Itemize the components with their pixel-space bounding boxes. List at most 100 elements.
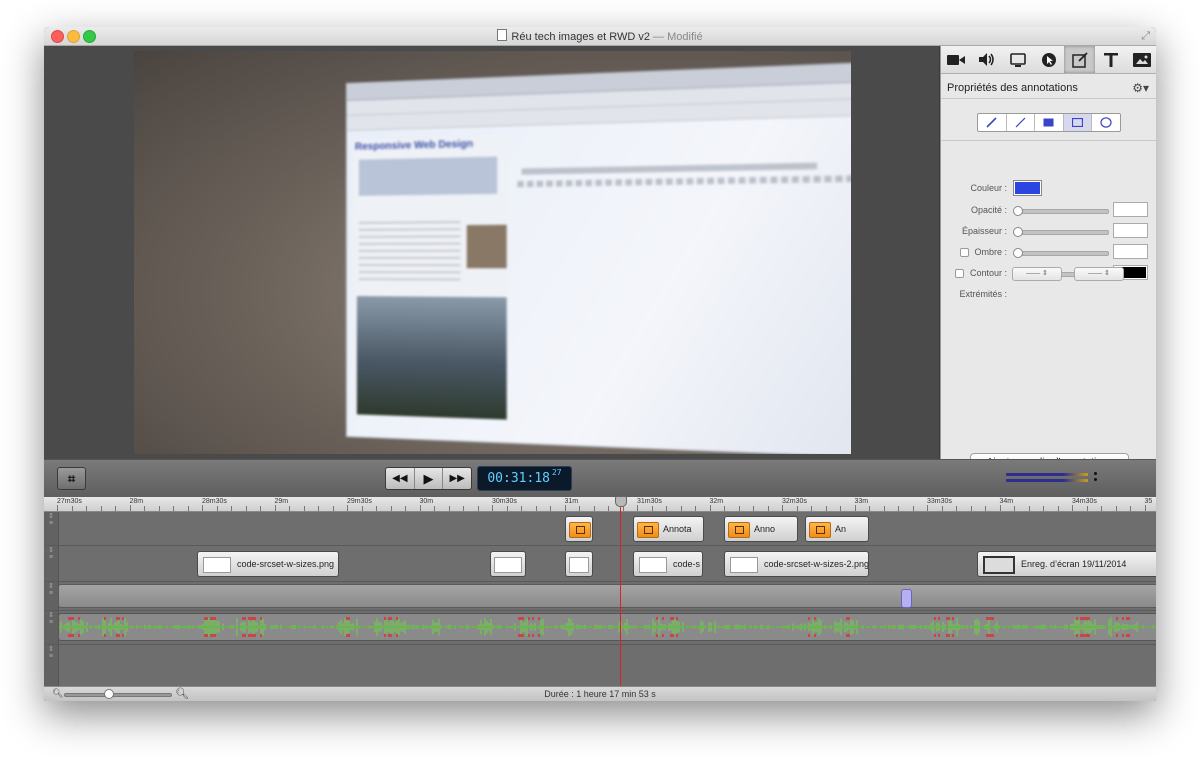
track-handle[interactable]: ⇕ ≡ [44,582,59,610]
opacity-field[interactable] [1113,202,1148,217]
shadow-slider-knob[interactable] [1013,248,1023,258]
line-tool[interactable] [1007,114,1036,131]
rewind-button[interactable]: ◀◀ [386,468,415,489]
ruler-label: 30m30s [492,498,517,505]
line-icon [1015,117,1026,128]
annotation-clip[interactable]: An [805,516,869,542]
thickness-slider[interactable] [1015,230,1109,235]
ruler-tick [593,506,595,511]
clip-marker[interactable] [901,589,912,608]
image-clip[interactable] [565,551,593,577]
ruler-tick [260,506,261,511]
ruler-tick [506,506,508,511]
play-button[interactable]: ▶ [415,468,444,489]
track-handle[interactable]: ⇕ ≡ [44,645,59,686]
ruler-tick [115,506,116,511]
ruler-label: 34m30s [1072,498,1097,505]
annotation-clip[interactable]: Annota [633,516,704,542]
ruler-tick [1072,505,1073,511]
ruler-tick [550,506,551,511]
annotations-tab[interactable] [1064,46,1096,73]
rect-tool[interactable] [1063,114,1093,131]
annotation-clip[interactable]: Anno [724,516,798,542]
app-window: Réu tech images et RWD v2 — Modifié ⤢ Re… [44,27,1156,701]
playback-controls: ◀◀ ▶ ▶▶ [385,467,472,490]
thickness-label: Épaisseur : [961,226,1007,236]
cursor-tab[interactable] [1034,46,1065,73]
ruler-tick [927,505,928,511]
ruler-tick [390,506,392,511]
ruler-label: 28m30s [202,498,227,505]
opacity-slider[interactable] [1015,209,1109,214]
recording-thumbnail [983,555,1015,574]
ruler-tick [1144,505,1146,511]
ruler-tick [492,505,493,511]
audio-waveform[interactable] [58,613,1156,641]
image-clip[interactable]: code-srcset-w-sizes-2.png [724,551,869,577]
ruler-label: 31m [564,498,579,505]
ruler-label: 29m [274,498,289,505]
ruler-label: 33m [854,498,869,505]
preview-canvas[interactable]: Responsive Web Design [44,46,939,459]
ruler-tick [709,505,711,511]
duration-label: Durée : 1 heure 17 min 53 s [544,689,656,699]
image-clip[interactable]: code-srcset-w-sizes.png [197,551,339,577]
thickness-slider-knob[interactable] [1013,227,1023,237]
window-title: Réu tech images et RWD v2 — Modifié [44,29,1156,43]
ruler-tick [318,506,319,511]
thickness-field[interactable] [1113,223,1148,238]
text-tab[interactable] [1095,46,1126,73]
ruler-tick [825,506,827,511]
timeline-ruler[interactable]: 27m30s 28m 28m30s 29m 29m30s 30m 30m30s 31m 31m3… [44,497,1156,512]
video-clip[interactable] [58,584,1156,608]
track-handle[interactable]: ⇕ ≡ [44,611,59,644]
opacity-slider-knob[interactable] [1013,206,1023,216]
video-tab[interactable] [941,46,972,73]
audio-tab[interactable] [972,46,1003,73]
crop-button[interactable]: ⌗ [57,467,86,490]
image-clip[interactable]: code-s [633,551,703,577]
timecode-display[interactable]: 00:31:18 27 [477,466,572,491]
end-end-popup[interactable]: —— ⇕ [1074,267,1124,281]
gear-menu-icon[interactable]: ⚙▾ [1132,81,1149,95]
ruler-tick [434,506,435,511]
filled-rect-tool[interactable] [1035,114,1064,131]
start-end-popup[interactable]: —— ⇕ [1012,267,1062,281]
ruler-tick [564,505,566,511]
ruler-tick [695,506,696,511]
screen-recording-clip[interactable]: Enreg. d’écran 19/11/2014 [977,551,1156,577]
fast-forward-icon: ▶▶ [449,473,465,484]
playhead-handle[interactable] [615,496,627,507]
ellipse-tool[interactable] [1092,114,1120,131]
shadow-slider[interactable] [1015,251,1109,256]
ruler-tick [361,506,363,511]
ruler-tick [985,506,986,511]
ends-label: Extrémités : [959,289,1007,299]
transport-bar: ⌗ ◀◀ ▶ ▶▶ 00:31:18 27 [44,459,1156,498]
shadow-field[interactable] [1113,244,1148,259]
freehand-tool[interactable] [978,114,1007,131]
empty-track: ⇕ ≡ [44,645,1156,687]
playhead-line[interactable] [620,496,621,701]
rectangle-icon [1072,118,1084,127]
ruler-tick [941,506,943,511]
track-handle[interactable]: ⇕ ≡ [44,512,59,545]
projected-slide: Responsive Web Design [346,60,851,454]
timecode-value: 00:31:18 [487,471,550,486]
media-tab[interactable] [1126,46,1156,73]
ruler-tick [898,506,899,511]
document-name: Réu tech images et RWD v2 [511,31,650,43]
ruler-tick [782,505,783,511]
color-well[interactable] [1013,180,1042,196]
ruler-tick [144,506,145,511]
ruler-tick [202,505,203,511]
image-clip[interactable] [490,551,526,577]
track-handle[interactable]: ⇕ ≡ [44,546,59,581]
ruler-tick [680,506,682,511]
fullscreen-icon[interactable]: ⤢ [1141,30,1150,43]
screen-tab[interactable] [1003,46,1034,73]
annotation-clip[interactable] [565,516,593,542]
video-frame[interactable]: Responsive Web Design [134,51,851,454]
fast-forward-button[interactable]: ▶▶ [443,468,471,489]
modified-indicator: — Modifié [653,31,703,43]
